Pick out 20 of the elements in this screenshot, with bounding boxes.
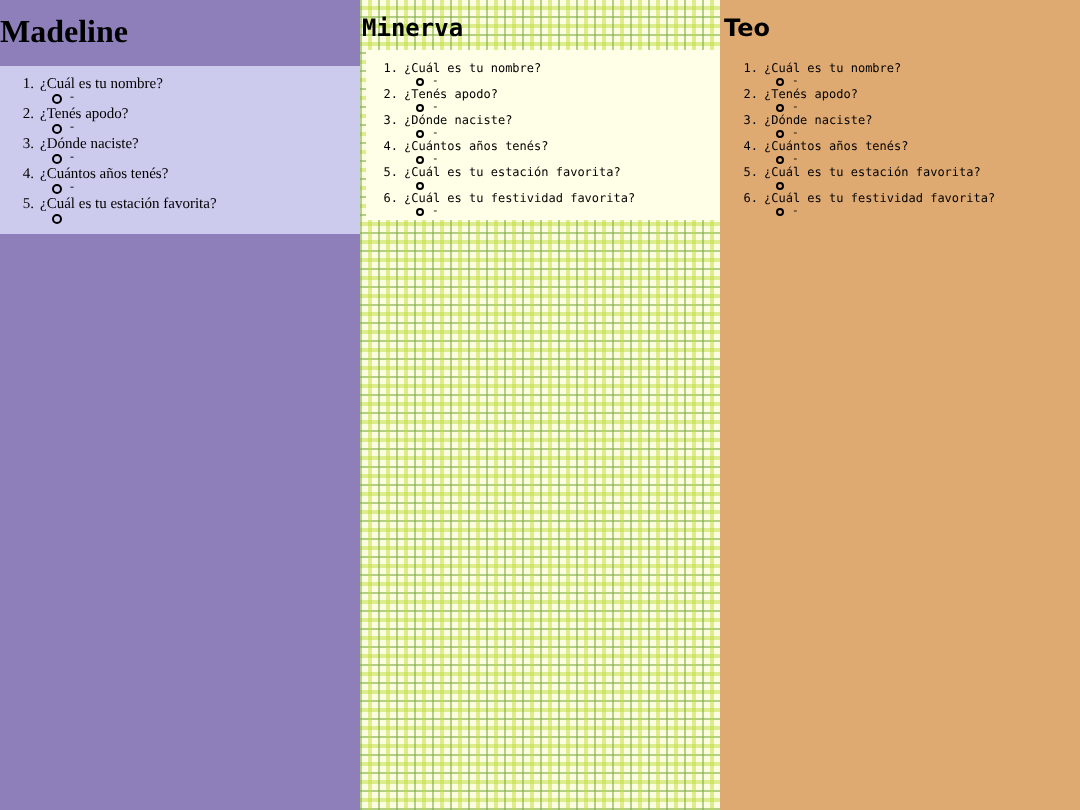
bullet-icon [416,78,424,86]
bullet-icon [776,104,784,112]
bullet-icon [52,154,62,164]
bullet-icon [416,208,424,216]
bullet-icon [52,94,62,104]
bullet-icon [52,214,62,224]
bullet-icon [416,130,424,138]
bullet-icon [776,130,784,138]
bullet-icon [776,78,784,86]
column-title: Teo [722,12,772,46]
column-title: Minerva [360,12,466,46]
bullet-icon [52,124,62,134]
bullet-icon [52,184,62,194]
column-title: Madeline [0,14,130,54]
bullet-icon [776,156,784,164]
bullet-icon [416,182,424,190]
bullet-icon [776,208,784,216]
bullet-icon [776,182,784,190]
bullet-icon [416,156,424,164]
bullet-icon [416,104,424,112]
